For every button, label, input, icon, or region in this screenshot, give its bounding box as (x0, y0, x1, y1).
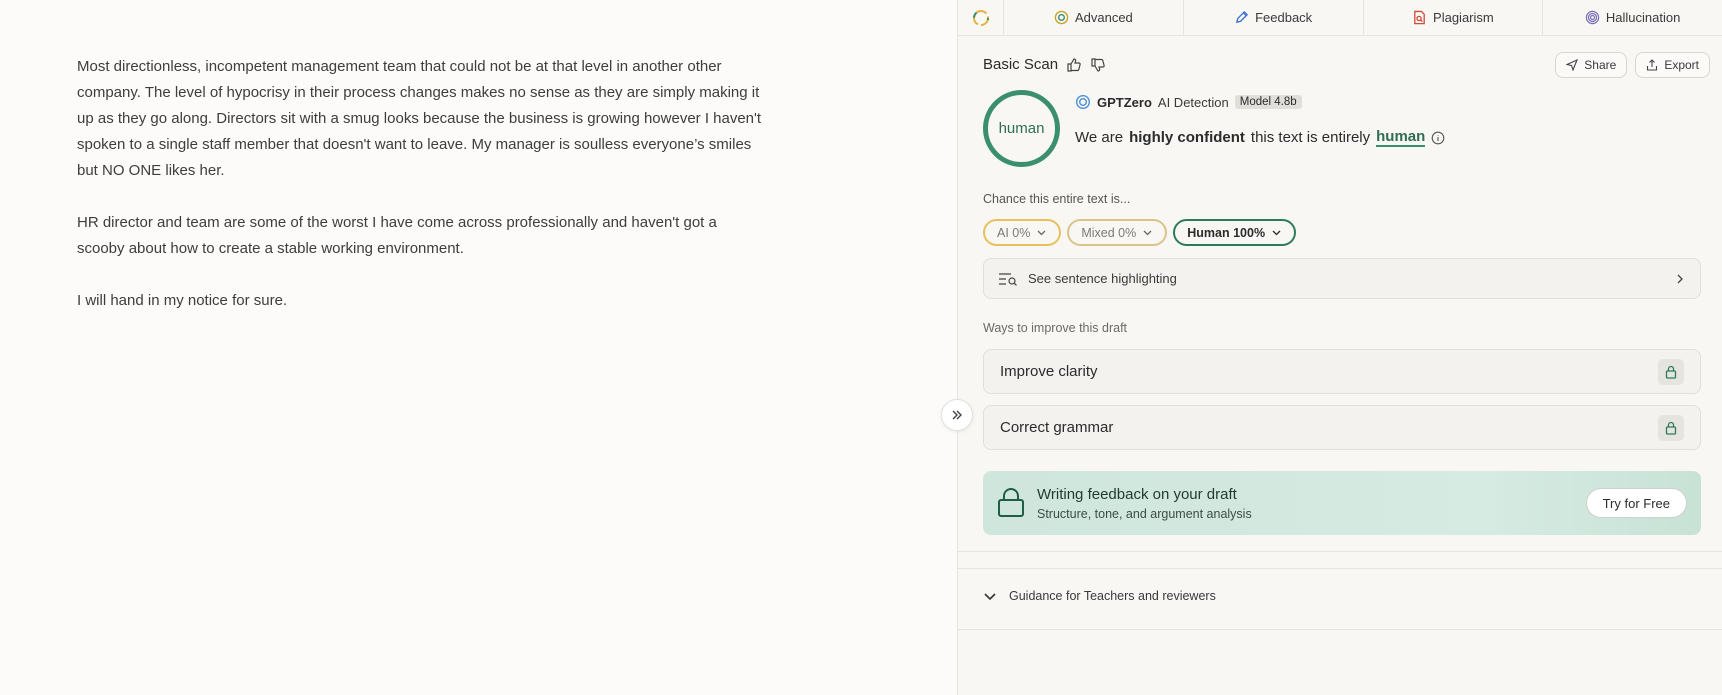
tab-label: Advanced (1074, 10, 1133, 25)
verdict-text: We are highly confident this text is ent… (1075, 128, 1445, 147)
mixed-probability-pill[interactable]: Mixed 0% (1067, 219, 1168, 246)
sentence-highlighting-button[interactable]: See sentence highlighting (983, 258, 1701, 299)
list-search-icon (999, 272, 1017, 286)
writing-feedback-promo: Writing feedback on your draft Structure… (983, 471, 1701, 535)
improve-item-label: Improve clarity (1000, 363, 1098, 380)
tab-plagiarism[interactable]: Plagiarism (1364, 0, 1544, 35)
improve-clarity-card[interactable]: Improve clarity (983, 349, 1701, 394)
human-probability-pill[interactable]: Human 100% (1173, 219, 1297, 246)
tab-feedback[interactable]: Feedback (1184, 0, 1364, 35)
tab-label: Plagiarism (1433, 10, 1494, 25)
verdict-result: human (1376, 128, 1426, 147)
panel-tabs: Advanced Feedback Plagiarism Hallucinati… (958, 0, 1722, 36)
thumbs-up-icon[interactable] (1066, 57, 1082, 73)
send-icon (1566, 59, 1579, 71)
gauge-label: human (998, 120, 1045, 137)
tab-label: Hallucination (1605, 10, 1681, 25)
correct-grammar-card[interactable]: Correct grammar (983, 405, 1701, 450)
editor-paragraph: I will hand in my notice for sure. (77, 292, 288, 309)
chevron-right-icon (1677, 274, 1683, 283)
export-label: Export (1664, 58, 1699, 72)
improve-section-label: Ways to improve this draft (983, 321, 1128, 335)
tab-overview[interactable] (958, 0, 1004, 35)
lock-icon (998, 488, 1024, 517)
promo-text: Writing feedback on your draft Structure… (1037, 486, 1252, 521)
text-editor[interactable]: Most directionless, incompetent manageme… (0, 0, 957, 695)
divider (958, 551, 1722, 552)
header-actions: Share Export (1555, 52, 1710, 78)
pen-icon (1235, 10, 1249, 24)
verdict-middle: this text is entirely (1250, 129, 1371, 146)
tab-hallucination[interactable]: Hallucination (1543, 0, 1722, 35)
pill-label: Human 100% (1187, 225, 1266, 240)
info-icon[interactable] (1431, 131, 1445, 145)
advanced-icon (1054, 10, 1069, 25)
pill-label: Mixed 0% (1081, 225, 1137, 240)
spiral-icon (1585, 10, 1600, 25)
detector-suffix: AI Detection (1157, 94, 1229, 110)
promo-subtitle: Structure, tone, and argument analysis (1037, 506, 1252, 521)
probability-pills: AI 0% Mixed 0% Human 100% (983, 219, 1297, 246)
results-panel: Advanced Feedback Plagiarism Hallucinati… (957, 0, 1722, 695)
upload-icon (1647, 59, 1658, 71)
document-search-icon (1414, 10, 1425, 25)
editor-paragraph: HR director and team are some of the wor… (77, 214, 717, 257)
share-button[interactable]: Share (1555, 52, 1628, 78)
chevron-down-icon (1037, 230, 1046, 236)
detector-info: GPTZero AI Detection Model 4.8b (1075, 94, 1302, 110)
gptzero-detector-icon (1075, 94, 1091, 110)
highlighting-label: See sentence highlighting (1028, 271, 1177, 286)
gptzero-logo-icon (972, 9, 989, 26)
editor-paragraph: Most directionless, incompetent manageme… (77, 58, 762, 179)
editor-content[interactable]: Most directionless, incompetent manageme… (77, 54, 767, 340)
result-gauge: human (983, 90, 1060, 167)
chevron-down-icon (1143, 230, 1152, 236)
guidance-accordion[interactable]: Guidance for Teachers and reviewers (983, 589, 1216, 603)
promo-title: Writing feedback on your draft (1037, 485, 1237, 503)
improve-item-label: Correct grammar (1000, 419, 1114, 436)
guidance-label: Guidance for Teachers and reviewers (1009, 589, 1216, 603)
lock-icon (1658, 414, 1684, 441)
export-button[interactable]: Export (1635, 52, 1710, 78)
share-label: Share (1584, 58, 1617, 72)
lock-icon (1658, 358, 1684, 385)
try-for-free-button[interactable]: Try for Free (1585, 488, 1687, 518)
double-chevron-right-icon (952, 410, 962, 420)
chevron-down-icon (1272, 230, 1281, 236)
ai-probability-pill[interactable]: AI 0% (983, 219, 1062, 246)
verdict-confidence: highly confident (1129, 129, 1245, 146)
chevron-down-icon (984, 593, 996, 601)
chance-label: Chance this entire text is... (983, 192, 1131, 206)
scan-title: Basic Scan (983, 56, 1059, 73)
verdict-prefix: We are (1075, 129, 1124, 146)
tab-advanced[interactable]: Advanced (1004, 0, 1184, 35)
model-badge: Model 4.8b (1234, 95, 1302, 109)
detector-name: GPTZero (1097, 94, 1152, 110)
tab-label: Feedback (1255, 10, 1313, 25)
pill-label: AI 0% (997, 225, 1031, 240)
scan-header: Basic Scan (983, 56, 1106, 73)
thumbs-down-icon[interactable] (1090, 57, 1106, 73)
divider (958, 568, 1722, 569)
divider (958, 629, 1722, 630)
collapse-panel-button[interactable] (941, 399, 973, 431)
